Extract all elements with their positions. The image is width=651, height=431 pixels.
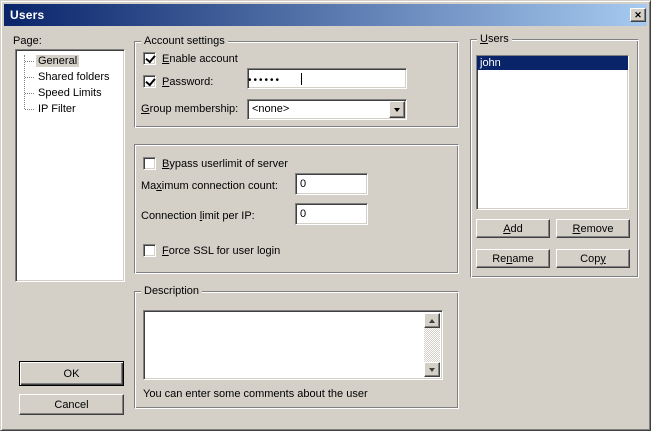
max-connection-count-input[interactable]: [295, 173, 368, 195]
description-title: Description: [141, 285, 202, 297]
account-settings-group: Account settings Enable account Password…: [134, 41, 459, 128]
tree-item-label: IP Filter: [36, 103, 78, 115]
window-title: Users: [10, 8, 44, 22]
scroll-up-button[interactable]: [424, 313, 440, 328]
tree-item-shared-folders[interactable]: Shared folders: [16, 69, 124, 85]
tree-item-label: Speed Limits: [36, 87, 104, 99]
rename-button[interactable]: Rename: [476, 249, 550, 268]
description-scrollbar[interactable]: [424, 313, 440, 377]
password-input[interactable]: [248, 69, 406, 88]
enable-account-checkbox[interactable]: [143, 52, 156, 65]
connection-limit-per-ip-label: Connection limit per IP:: [141, 210, 255, 222]
group-membership-label: Group membership:: [141, 103, 238, 115]
close-icon: ✕: [634, 11, 642, 20]
remove-button[interactable]: Remove: [556, 219, 630, 238]
bypass-userlimit-label[interactable]: Bypass userlimit of server: [162, 158, 288, 170]
arrow-up-icon: [429, 319, 435, 323]
description-textarea[interactable]: [146, 313, 425, 377]
page-label: Page:: [13, 35, 42, 47]
scrollbar-track[interactable]: [424, 328, 440, 362]
force-ssl-label[interactable]: Force SSL for user login: [162, 245, 280, 257]
group-membership-value: <none>: [252, 103, 289, 115]
user-list-item[interactable]: john: [477, 56, 628, 70]
add-button[interactable]: Add: [476, 219, 550, 238]
users-group: Users john Add Remove Rename Copy: [470, 39, 639, 278]
max-connection-count-label: Maximum connection count:: [141, 180, 278, 192]
bypass-userlimit-checkbox[interactable]: [143, 157, 156, 170]
scroll-down-button[interactable]: [424, 362, 440, 377]
password-field-frame: [247, 68, 407, 89]
close-button[interactable]: ✕: [630, 8, 646, 22]
enable-account-label[interactable]: Enable account: [162, 53, 238, 65]
copy-button[interactable]: Copy: [556, 249, 630, 268]
cancel-button[interactable]: Cancel: [19, 394, 124, 415]
limits-group: Bypass userlimit of server Maximum conne…: [134, 144, 459, 274]
arrow-down-icon: [429, 368, 435, 372]
users-group-title: Users: [477, 33, 512, 45]
force-ssl-checkbox[interactable]: [143, 244, 156, 257]
tree-item-label: General: [36, 55, 79, 67]
tree-item-speed-limits[interactable]: Speed Limits: [16, 85, 124, 101]
tree-item-label: Shared folders: [36, 71, 112, 83]
password-label[interactable]: Password:: [162, 76, 213, 88]
description-field-frame: [143, 310, 443, 380]
users-listbox[interactable]: john: [476, 55, 629, 210]
ok-button[interactable]: OK: [19, 361, 124, 386]
combo-dropdown-button[interactable]: [389, 101, 405, 118]
chevron-down-icon: [394, 108, 400, 112]
group-membership-select[interactable]: <none>: [247, 99, 407, 120]
connection-limit-per-ip-input[interactable]: [295, 203, 368, 225]
password-checkbox[interactable]: [143, 75, 156, 88]
text-caret: [301, 73, 302, 85]
tree-item-ip-filter[interactable]: IP Filter: [16, 101, 124, 117]
tree-item-general[interactable]: General: [16, 53, 124, 69]
description-group: Description You can enter some comments …: [134, 291, 459, 409]
title-bar[interactable]: Users: [4, 4, 647, 26]
users-dialog: Users ✕ Page: General Shared folders Spe…: [0, 0, 651, 431]
description-hint: You can enter some comments about the us…: [143, 388, 368, 400]
account-settings-title: Account settings: [141, 35, 228, 47]
page-tree[interactable]: General Shared folders Speed Limits IP F…: [15, 49, 125, 282]
